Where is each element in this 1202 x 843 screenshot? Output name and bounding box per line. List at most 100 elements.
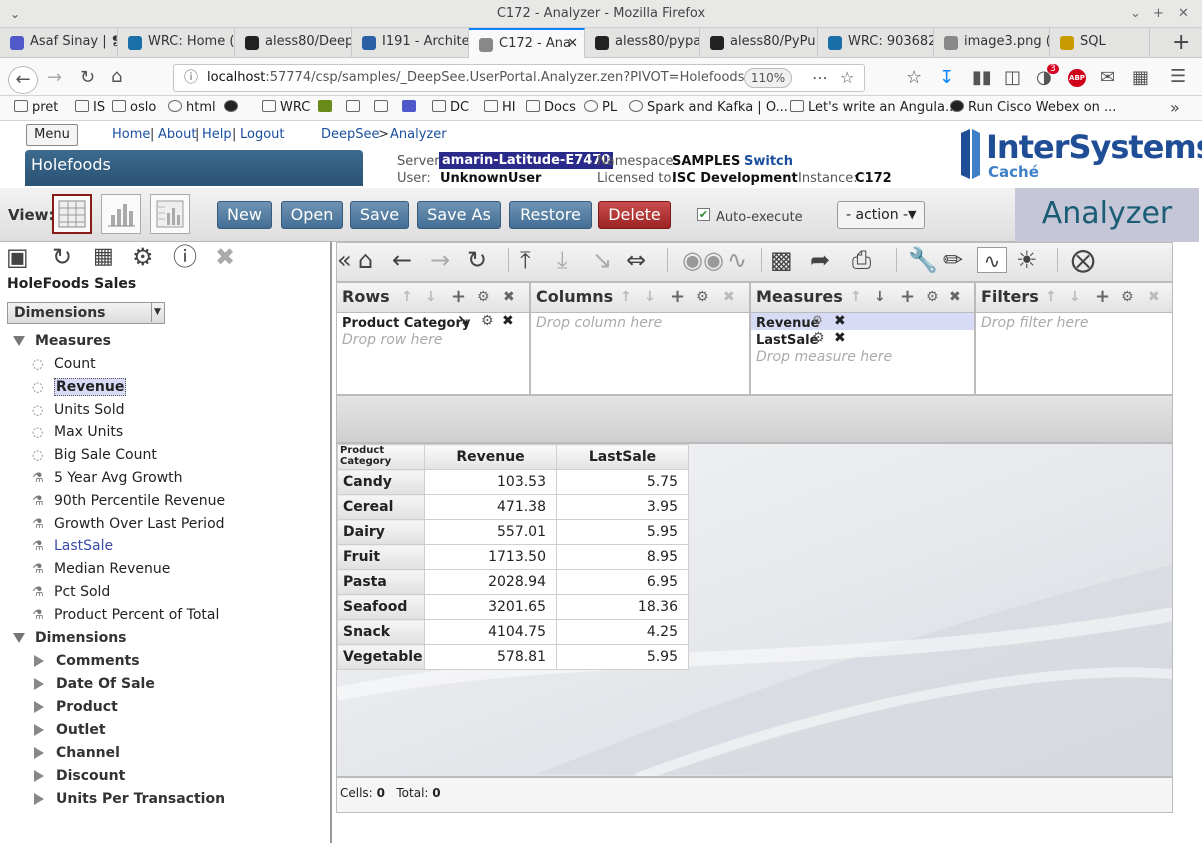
measure-item[interactable]: ◌ Units Sold bbox=[32, 402, 124, 418]
down-icon[interactable]: ↓ bbox=[425, 283, 437, 311]
add-icon[interactable]: + bbox=[451, 283, 466, 311]
dimension-item[interactable]: Product bbox=[34, 699, 118, 715]
binoculars-icon[interactable]: ◉◉ bbox=[682, 247, 724, 273]
bookmark-item[interactable]: Let's write an Angula... bbox=[790, 100, 957, 115]
bookmark-item[interactable] bbox=[224, 100, 242, 115]
maximize-icon[interactable]: + bbox=[1153, 0, 1164, 28]
download-icon[interactable]: ↧ bbox=[939, 68, 954, 88]
measure-item[interactable]: ◌ Count bbox=[32, 356, 96, 372]
chart-view-icon[interactable] bbox=[101, 194, 141, 234]
info-icon[interactable]: ⓘ bbox=[173, 244, 197, 270]
adblock-icon[interactable]: ABP bbox=[1068, 69, 1086, 87]
breadcrumb-analyzer[interactable]: Analyzer bbox=[390, 127, 447, 142]
open-button[interactable]: Open bbox=[281, 201, 343, 229]
contents-select[interactable]: Dimensions ▼ bbox=[7, 302, 165, 324]
bookmark-item[interactable]: pret bbox=[14, 100, 58, 115]
window-menu-chevron-icon[interactable]: ⌄ bbox=[10, 0, 20, 28]
drill-down-icon[interactable]: ↘ bbox=[592, 247, 612, 273]
forward-arrow-icon[interactable]: → bbox=[430, 247, 450, 273]
pivot-cell[interactable]: 18.36 bbox=[556, 594, 689, 620]
bookmark-item[interactable] bbox=[346, 100, 364, 115]
measures-folder[interactable]: Measures bbox=[13, 333, 111, 349]
delete-button[interactable]: Delete bbox=[598, 201, 671, 229]
minimize-icon[interactable]: ⌄ bbox=[1130, 0, 1141, 28]
down-icon[interactable]: ↓ bbox=[644, 283, 656, 311]
row-label[interactable]: Fruit bbox=[337, 544, 425, 570]
up-icon[interactable]: ↑ bbox=[401, 283, 413, 311]
measure-item[interactable]: ⚗ Median Revenue bbox=[32, 561, 170, 577]
chart-icon[interactable]: ∿ bbox=[977, 247, 1007, 273]
bookmark-item[interactable]: HI bbox=[484, 100, 516, 115]
home-icon[interactable]: ⌂ bbox=[111, 67, 122, 87]
gear-icon[interactable]: ⚙ bbox=[477, 283, 490, 311]
calculator-icon[interactable]: ▦ bbox=[93, 244, 114, 270]
tab-close-icon[interactable]: ✕ bbox=[567, 30, 578, 58]
measure-item[interactable]: ◌ Max Units bbox=[32, 424, 123, 440]
pivot-cell[interactable]: 3201.65 bbox=[424, 594, 557, 620]
pivot-cell[interactable]: 8.95 bbox=[556, 544, 689, 570]
expand-icon[interactable] bbox=[34, 793, 44, 805]
rows-pane[interactable]: Rows ↑ ↓ + ⚙ ✖ Product Category ↘ ⚙ ✖ Dr… bbox=[336, 282, 530, 395]
print-icon[interactable]: ⎙ bbox=[852, 247, 871, 273]
expand-icon[interactable] bbox=[34, 655, 44, 667]
site-info-icon[interactable]: ⓘ bbox=[184, 65, 198, 91]
help-link[interactable]: Help bbox=[202, 127, 232, 142]
measure-item[interactable]: ⚗ Pct Sold bbox=[32, 584, 110, 600]
dimension-item[interactable]: Outlet bbox=[34, 722, 106, 738]
reader-star-icon[interactable]: ☆ bbox=[906, 68, 922, 88]
hamburger-menu-icon[interactable]: ☰ bbox=[1170, 67, 1186, 87]
bookmark-item[interactable]: Docs bbox=[526, 100, 576, 115]
down-icon[interactable]: ↓ bbox=[874, 283, 886, 311]
refresh-icon[interactable]: ↻ bbox=[467, 247, 487, 273]
forward-icon[interactable]: → bbox=[47, 68, 62, 88]
dimension-item[interactable]: Channel bbox=[34, 745, 120, 761]
save-as-button[interactable]: Save As bbox=[417, 201, 501, 229]
dimension-item[interactable]: Date Of Sale bbox=[34, 676, 155, 692]
ruler-icon[interactable]: ✏ bbox=[943, 247, 963, 273]
mail-icon[interactable]: ✉ bbox=[1100, 68, 1115, 88]
switch-namespace-link[interactable]: Switch bbox=[744, 154, 793, 169]
pivot-cell[interactable]: 5.95 bbox=[556, 519, 689, 545]
collapse-panel-icon[interactable]: « bbox=[337, 247, 352, 273]
measure-item[interactable]: ⚗ 90th Percentile Revenue bbox=[32, 493, 225, 509]
measure-item[interactable]: ⚗ Growth Over Last Period bbox=[32, 516, 225, 532]
pivot-cell[interactable]: 4104.75 bbox=[424, 619, 557, 645]
tab-7[interactable]: aless80/PyPu bbox=[700, 28, 818, 58]
share-icon[interactable]: ➦ bbox=[810, 247, 830, 273]
bookmark-star-icon[interactable]: ☆ bbox=[840, 65, 854, 91]
measures-pane[interactable]: Measures ↑ ↓ + ⚙ ✖ Revenue ⚙ ✖ LastSale … bbox=[750, 282, 975, 395]
bookmark-item[interactable]: IS bbox=[75, 100, 105, 115]
remove-icon[interactable]: ✖ bbox=[834, 330, 846, 346]
save-button[interactable]: Save bbox=[350, 201, 409, 229]
measure-item[interactable]: ⚗ LastSale bbox=[32, 538, 113, 554]
table-view-icon[interactable] bbox=[52, 194, 92, 234]
pivot-cell[interactable]: 578.81 bbox=[424, 644, 557, 670]
measure-item[interactable]: ◌ Revenue bbox=[32, 377, 127, 396]
logout-link[interactable]: Logout bbox=[240, 127, 285, 142]
measure-item[interactable]: ⚗ Product Percent of Total bbox=[32, 607, 219, 623]
bookmarks-overflow-icon[interactable]: » bbox=[1170, 98, 1180, 117]
sun-icon[interactable]: ☀ bbox=[1016, 247, 1038, 273]
bookmark-item[interactable]: DC bbox=[432, 100, 469, 115]
url-bar[interactable]: ⓘ localhost:57774/csp/samples/_DeepSee.U… bbox=[173, 64, 865, 92]
pivot-cell[interactable]: 6.95 bbox=[556, 569, 689, 595]
zoom-level[interactable]: 110% bbox=[744, 68, 792, 88]
reload-icon[interactable]: ↻ bbox=[80, 68, 95, 88]
add-icon[interactable]: + bbox=[1095, 283, 1110, 311]
bookmark-item[interactable]: Spark and Kafka | O... bbox=[629, 100, 788, 115]
remove-icon[interactable]: ✖ bbox=[834, 313, 846, 329]
dimension-item[interactable]: Units Per Transaction bbox=[34, 791, 225, 807]
gear-icon[interactable]: ⚙ bbox=[812, 330, 825, 346]
menu-button[interactable]: Menu bbox=[26, 124, 78, 146]
measure-item[interactable]: ◌ Big Sale Count bbox=[32, 447, 157, 463]
gear-icon[interactable]: ⚙ bbox=[926, 283, 939, 311]
column-header-revenue[interactable]: Revenue bbox=[424, 444, 557, 470]
new-button[interactable]: New bbox=[217, 201, 272, 229]
pivot-cell[interactable]: 557.01 bbox=[424, 519, 557, 545]
swap-axes-icon[interactable]: ⇔ bbox=[626, 247, 646, 273]
up-icon[interactable]: ↑ bbox=[1045, 283, 1057, 311]
sidebar-icon[interactable]: ◫ bbox=[1004, 68, 1021, 88]
library-icon[interactable]: ▮▮ bbox=[972, 68, 992, 88]
pivot-cell[interactable]: 4.25 bbox=[556, 619, 689, 645]
row-label[interactable]: Candy bbox=[337, 469, 425, 495]
